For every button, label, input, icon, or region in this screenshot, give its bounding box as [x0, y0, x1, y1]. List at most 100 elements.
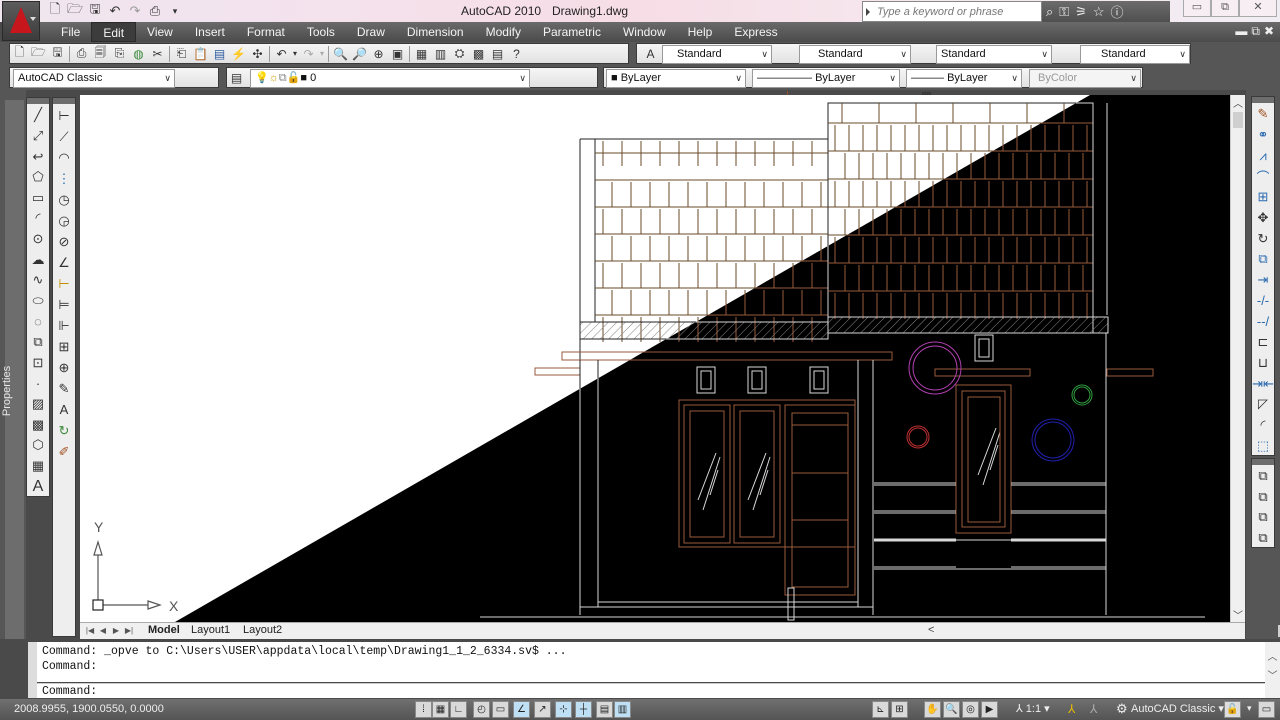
clean-screen-icon[interactable]: ▭	[1258, 701, 1275, 718]
multiline-text-icon[interactable]: A	[28, 477, 48, 496]
menu-draw[interactable]: Draw	[346, 22, 396, 42]
menu-insert[interactable]: Insert	[184, 22, 236, 42]
paste-icon[interactable]: 📋	[191, 44, 210, 63]
scroll-left-icon[interactable]: <	[928, 624, 934, 636]
zoom-previous-icon[interactable]: ▣	[388, 44, 407, 63]
publish-icon[interactable]: ⎘	[110, 44, 129, 63]
menu-modify[interactable]: Modify	[475, 22, 532, 42]
ortho-toggle[interactable]: ◴	[473, 701, 490, 718]
restore-button[interactable]: ⧉	[1211, 0, 1239, 17]
quick-dim-icon[interactable]: ⊢	[54, 274, 74, 293]
undo-icon[interactable]: ↶	[106, 2, 124, 20]
scale-icon[interactable]: ⧉	[1253, 250, 1273, 269]
binoculars-icon[interactable]: ⌕	[1046, 4, 1053, 20]
table-style-select[interactable]: Standard ∨	[936, 45, 1052, 64]
help-icon[interactable]: ?	[507, 44, 526, 63]
arc-icon[interactable]: ◜	[28, 209, 48, 228]
zoom-icon[interactable]: 🔍	[943, 701, 960, 718]
save-icon[interactable]: 🖫	[86, 1, 104, 20]
otrack-toggle[interactable]: ⊹	[555, 701, 572, 718]
auto-scale-icon[interactable]: ⅄	[1090, 702, 1097, 716]
trim-icon[interactable]: -/-	[1253, 292, 1273, 311]
dim-style-select[interactable]: Standard ∨	[799, 45, 911, 64]
command-input[interactable]: Command:	[37, 683, 1265, 698]
annotation-visibility-icon[interactable]: ⅄	[1068, 702, 1075, 716]
osnap-toggle[interactable]: ∠	[513, 701, 530, 718]
dim-text-edit-icon[interactable]: A	[54, 400, 74, 419]
angular-icon[interactable]: ∠	[54, 253, 74, 272]
vertical-scrollbar[interactable]: ︿ ﹀	[1230, 95, 1245, 622]
key-icon[interactable]: ⚿	[1059, 4, 1069, 20]
baseline-icon[interactable]: ⊨	[54, 295, 74, 314]
linetype-select[interactable]: ————— ByLayer ∨	[752, 69, 900, 88]
model-space-icon[interactable]: ⊾	[872, 701, 889, 718]
redo-icon[interactable]: ↷	[299, 44, 318, 63]
scroll-down-icon[interactable]: ﹀	[1265, 667, 1280, 682]
menu-dimension[interactable]: Dimension	[396, 22, 475, 42]
erase-icon[interactable]: ✎	[1253, 105, 1273, 124]
wblock-icon[interactable]: ✣	[248, 44, 267, 63]
dim-edit-icon[interactable]: ✎	[54, 379, 74, 398]
tolerance-icon[interactable]: ⊞	[54, 337, 74, 356]
doc-close-icon[interactable]: ✖	[1264, 24, 1274, 39]
scroll-up-icon[interactable]: ︿	[1265, 648, 1280, 663]
lwt-toggle[interactable]: ▥	[614, 701, 631, 718]
toolbar-lock-icon[interactable]: 🔓	[1224, 701, 1241, 718]
extend-icon[interactable]: --/	[1253, 312, 1273, 331]
workspace-switching[interactable]: AutoCAD Classic ▾	[1131, 701, 1224, 718]
polyline-icon[interactable]: ↩	[28, 147, 48, 166]
toolbar-grip[interactable]	[1252, 459, 1274, 465]
next-tab-icon[interactable]: ▶	[110, 625, 122, 637]
new-icon[interactable]: 🗋	[46, 1, 64, 20]
bring-to-front-icon[interactable]: ⧉	[1253, 467, 1273, 486]
menu-parametric[interactable]: Parametric	[532, 22, 612, 42]
plot-icon[interactable]: ⎙	[72, 44, 91, 63]
workspace-switching-icon[interactable]: ⚙	[1116, 701, 1128, 717]
chamfer-icon[interactable]: ◸	[1253, 395, 1273, 414]
workspace-select[interactable]: AutoCAD Classic ∨	[13, 69, 175, 88]
center-mark-icon[interactable]: ⊕	[54, 358, 74, 377]
fillet-icon[interactable]: ◜	[1253, 416, 1273, 435]
open-icon[interactable]: 🗁	[29, 44, 48, 63]
insert-block-icon[interactable]: ⧉	[28, 333, 48, 352]
minimize-button[interactable]: ▭	[1183, 0, 1211, 17]
menu-window[interactable]: Window	[612, 22, 677, 42]
quick-view-layouts-icon[interactable]: ⊞	[891, 701, 908, 718]
ordinate-icon[interactable]: ⋮	[54, 169, 74, 188]
send-under-icon[interactable]: ⧉	[1253, 529, 1273, 548]
3d-dwf-icon[interactable]: ◍	[129, 44, 148, 63]
layer-select[interactable]: 💡☼⧉🔓■ 0 ∨	[250, 69, 530, 88]
infer-constraints-toggle[interactable]: ⁞	[415, 701, 432, 718]
calculator-icon[interactable]: ▤	[488, 44, 507, 63]
undo-icon[interactable]: ↶	[272, 44, 291, 63]
application-menu-button[interactable]	[2, 1, 40, 41]
design-center-icon[interactable]: ▥	[431, 44, 450, 63]
spline-icon[interactable]: ∿	[28, 271, 48, 290]
rectangle-icon[interactable]: ▭	[28, 189, 48, 208]
polygon-icon[interactable]: ⬠	[28, 168, 48, 187]
match-properties-icon[interactable]: ▤	[210, 44, 229, 63]
ellipse-arc-icon[interactable]: ◌	[28, 312, 48, 331]
save-icon[interactable]: 🖫	[48, 44, 67, 63]
color-select[interactable]: ■ ByLayer ∨	[606, 69, 746, 88]
first-tab-icon[interactable]: |◀	[84, 625, 96, 637]
layer-properties-icon[interactable]: ▤	[227, 68, 246, 87]
close-button[interactable]: ✕	[1239, 0, 1277, 17]
coordinates-readout[interactable]: 2008.9955, 1900.0550, 0.0000	[14, 703, 164, 715]
tab-model[interactable]: Model	[148, 624, 180, 636]
circle-icon[interactable]: ⊙	[28, 230, 48, 249]
toolbar-grip[interactable]	[53, 98, 75, 104]
radius-icon[interactable]: ◷	[54, 190, 74, 209]
doc-minimize-icon[interactable]: ▬	[1235, 24, 1247, 39]
array-icon[interactable]: ⊞	[1253, 188, 1273, 207]
continue-icon[interactable]: ⊩	[54, 316, 74, 335]
multileader-style-select[interactable]: Standard ∨	[1080, 45, 1190, 64]
redo-icon[interactable]: ↷	[126, 2, 144, 20]
scroll-thumb[interactable]	[1233, 112, 1243, 128]
make-block-icon[interactable]: ⊡	[28, 354, 48, 373]
menu-edit[interactable]: Edit	[91, 22, 137, 42]
sheet-set-icon[interactable]: ▩	[469, 44, 488, 63]
menu-express[interactable]: Express	[723, 22, 788, 42]
qnew-icon[interactable]: 🗋	[10, 44, 29, 63]
aligned-dim-icon[interactable]: ⟋	[54, 127, 74, 146]
